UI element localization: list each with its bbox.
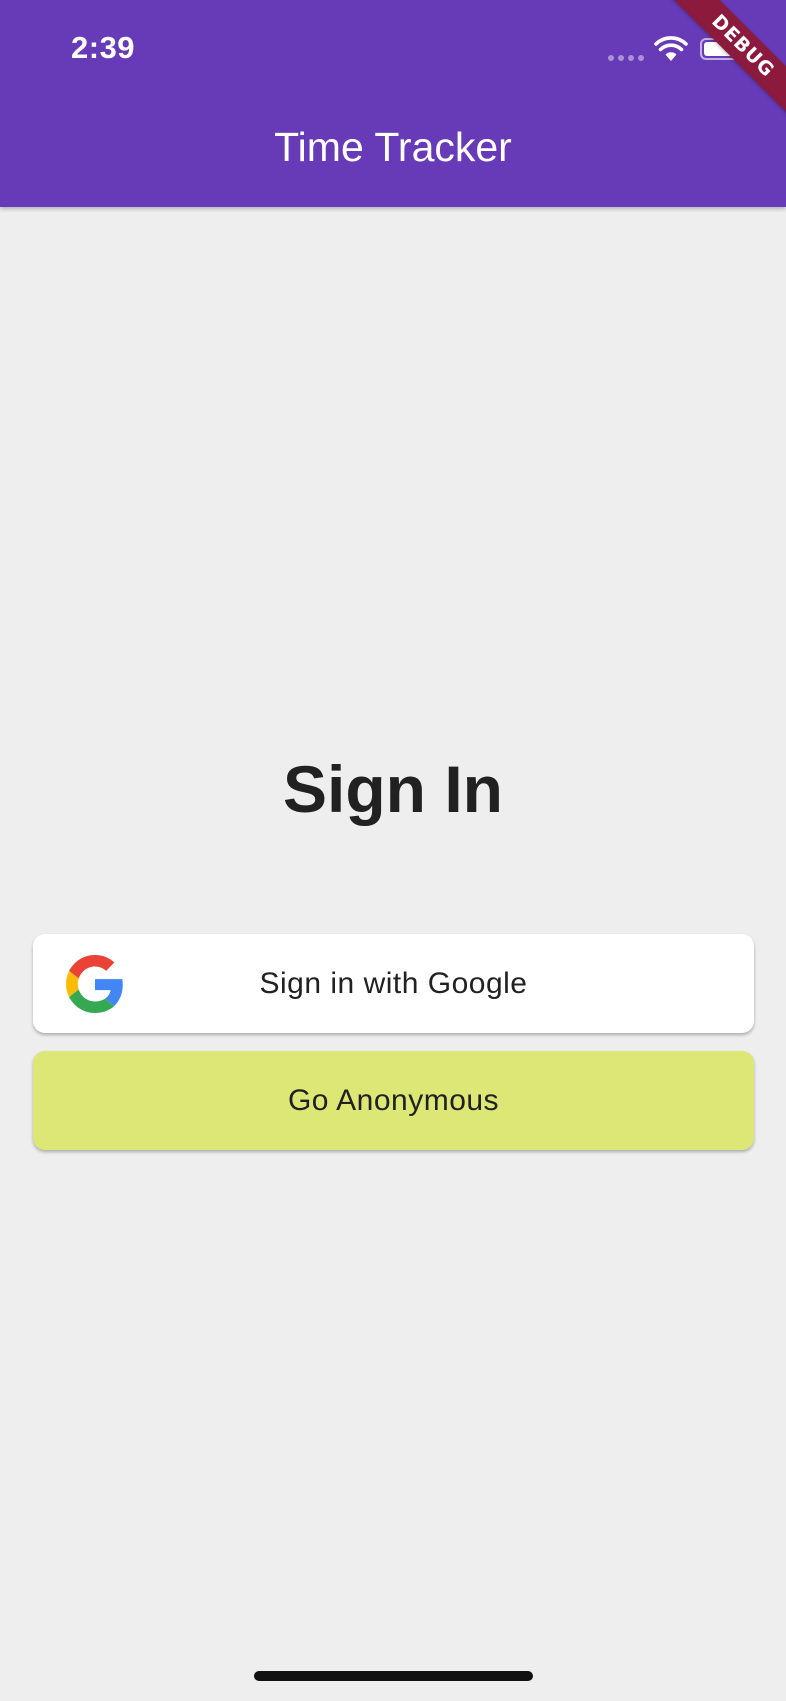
app-bar-title: Time Tracker xyxy=(274,124,512,170)
app-bar: 2:39 DEBUG Time Tracker xyxy=(0,0,786,207)
page-title: Sign In xyxy=(283,752,503,826)
wifi-icon xyxy=(654,36,688,61)
go-anonymous-button[interactable]: Go Anonymous xyxy=(33,1051,754,1150)
cellular-signal-icon xyxy=(608,55,644,61)
debug-banner: DEBUG xyxy=(664,0,786,125)
status-bar-time: 2:39 xyxy=(71,30,136,65)
sign-in-page: Sign In Sign in with Google Go Anonymous xyxy=(0,207,786,1701)
home-indicator[interactable] xyxy=(254,1671,533,1681)
anonymous-button-label: Go Anonymous xyxy=(287,1084,500,1117)
google-button-label: Sign in with Google xyxy=(259,967,528,1000)
sign-in-with-google-button[interactable]: Sign in with Google xyxy=(33,934,754,1033)
